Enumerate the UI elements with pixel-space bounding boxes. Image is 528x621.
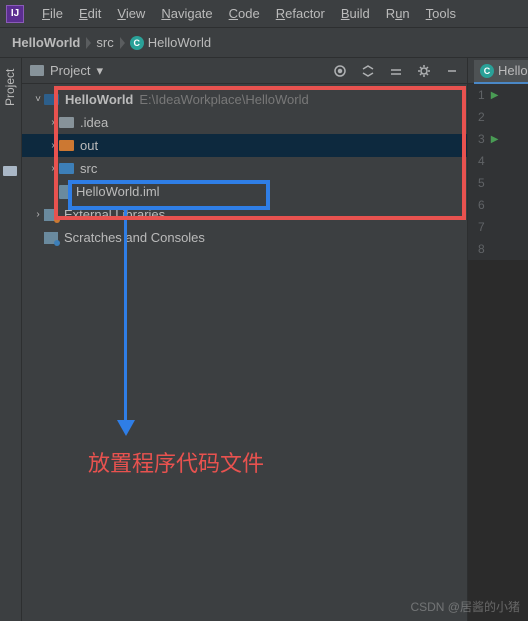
tool-window-rail: Project xyxy=(0,58,22,621)
menu-code[interactable]: Code xyxy=(221,0,268,28)
annotation-text: 放置程序代码文件 xyxy=(88,446,264,478)
menu-view[interactable]: View xyxy=(109,0,153,28)
watermark: CSDN @居酱的小猪 xyxy=(410,598,520,615)
run-gutter-icon[interactable]: ▶ xyxy=(491,90,499,101)
tree-root[interactable]: ˅ HelloWorld E:\IdeaWorkplace\HelloWorld xyxy=(22,88,467,111)
tree-item-out[interactable]: › out xyxy=(22,134,467,157)
editor-tab[interactable]: C Hello xyxy=(474,60,528,84)
class-icon: C xyxy=(130,36,144,50)
panel-header: Project ▾ xyxy=(22,58,467,84)
expand-all-icon[interactable] xyxy=(361,64,375,78)
chevron-right-icon xyxy=(118,36,126,50)
folder-icon xyxy=(59,117,74,128)
collapse-all-icon[interactable] xyxy=(389,64,403,78)
editor-tabs: C Hello xyxy=(468,58,528,84)
menu-run[interactable]: Run xyxy=(378,0,418,28)
tree-label: HelloWorld.iml xyxy=(76,184,160,199)
gutter-line[interactable]: 5 xyxy=(468,172,528,194)
tab-label: Hello xyxy=(498,63,528,78)
tree-label: External Libraries xyxy=(64,207,165,222)
libraries-icon xyxy=(44,209,58,221)
panel-title[interactable]: Project xyxy=(50,63,90,78)
tree-item-scratches[interactable]: › Scratches and Consoles xyxy=(22,226,467,249)
menu-build[interactable]: Build xyxy=(333,0,378,28)
menu-edit[interactable]: Edit xyxy=(71,0,109,28)
tree-item-src[interactable]: › src xyxy=(22,157,467,180)
tree-item-external-libraries[interactable]: › External Libraries xyxy=(22,203,467,226)
editor-pane: C Hello 1▶ 2 3▶ 4 5 6 7 8 xyxy=(468,58,528,621)
expand-arrow-icon[interactable]: › xyxy=(47,140,59,151)
tree-label: Scratches and Consoles xyxy=(64,230,205,245)
menu-refactor[interactable]: Refactor xyxy=(268,0,333,28)
menu-bar: IJ File Edit View Navigate Code Refactor… xyxy=(0,0,528,28)
expand-arrow-icon[interactable]: › xyxy=(47,117,59,128)
select-opened-icon[interactable] xyxy=(333,64,347,78)
class-icon: C xyxy=(480,64,494,78)
breadcrumb-root-label: HelloWorld xyxy=(12,35,80,50)
project-path: E:\IdeaWorkplace\HelloWorld xyxy=(139,92,308,107)
scratches-icon xyxy=(44,232,58,244)
gutter-line[interactable]: 8 xyxy=(468,238,528,260)
source-folder-icon xyxy=(59,163,74,174)
project-folder-icon xyxy=(44,94,59,105)
app-logo-icon: IJ xyxy=(6,5,24,23)
breadcrumb-root[interactable]: HelloWorld xyxy=(12,35,80,50)
menu-navigate[interactable]: Navigate xyxy=(153,0,220,28)
editor-gutter: 1▶ 2 3▶ 4 5 6 7 8 xyxy=(468,84,528,260)
breadcrumb-file-label: HelloWorld xyxy=(148,35,211,50)
gutter-line[interactable]: 4 xyxy=(468,150,528,172)
output-folder-icon xyxy=(59,140,74,151)
breadcrumb-file[interactable]: C HelloWorld xyxy=(130,35,211,50)
breadcrumb-folder[interactable]: src xyxy=(96,35,113,50)
tree-label: src xyxy=(80,161,97,176)
dropdown-arrow-icon[interactable]: ▾ xyxy=(96,63,103,79)
gutter-line[interactable]: 7 xyxy=(468,216,528,238)
expand-arrow-icon[interactable]: › xyxy=(47,163,59,174)
tree-item-idea[interactable]: › .idea xyxy=(22,111,467,134)
gutter-line[interactable]: 1▶ xyxy=(468,84,528,106)
project-panel: Project ▾ ˅ HelloWorld E:\IdeaWorkplace\… xyxy=(22,58,468,621)
rail-project-label[interactable]: Project xyxy=(3,69,17,106)
settings-gear-icon[interactable] xyxy=(417,64,431,78)
hide-panel-icon[interactable] xyxy=(445,64,459,78)
rail-structure-icon[interactable] xyxy=(3,166,17,176)
project-view-icon xyxy=(30,65,44,76)
gutter-line[interactable]: 6 xyxy=(468,194,528,216)
project-tree: ˅ HelloWorld E:\IdeaWorkplace\HelloWorld… xyxy=(22,84,467,253)
annotation-arrow-line xyxy=(124,210,127,425)
expand-arrow-icon[interactable]: › xyxy=(32,209,44,220)
breadcrumb: HelloWorld src C HelloWorld xyxy=(0,28,528,58)
run-gutter-icon[interactable]: ▶ xyxy=(491,134,499,145)
file-icon xyxy=(59,185,70,199)
chevron-right-icon xyxy=(84,36,92,50)
breadcrumb-folder-label: src xyxy=(96,35,113,50)
menu-tools[interactable]: Tools xyxy=(418,0,464,28)
annotation-arrow-head-icon xyxy=(117,420,135,436)
project-name: HelloWorld xyxy=(65,92,133,107)
tree-item-iml[interactable]: › HelloWorld.iml xyxy=(22,180,467,203)
tree-label: .idea xyxy=(80,115,108,130)
gutter-line[interactable]: 2 xyxy=(468,106,528,128)
tree-label: out xyxy=(80,138,98,153)
expand-arrow-icon[interactable]: ˅ xyxy=(32,94,44,105)
menu-file[interactable]: File xyxy=(34,0,71,28)
gutter-line[interactable]: 3▶ xyxy=(468,128,528,150)
